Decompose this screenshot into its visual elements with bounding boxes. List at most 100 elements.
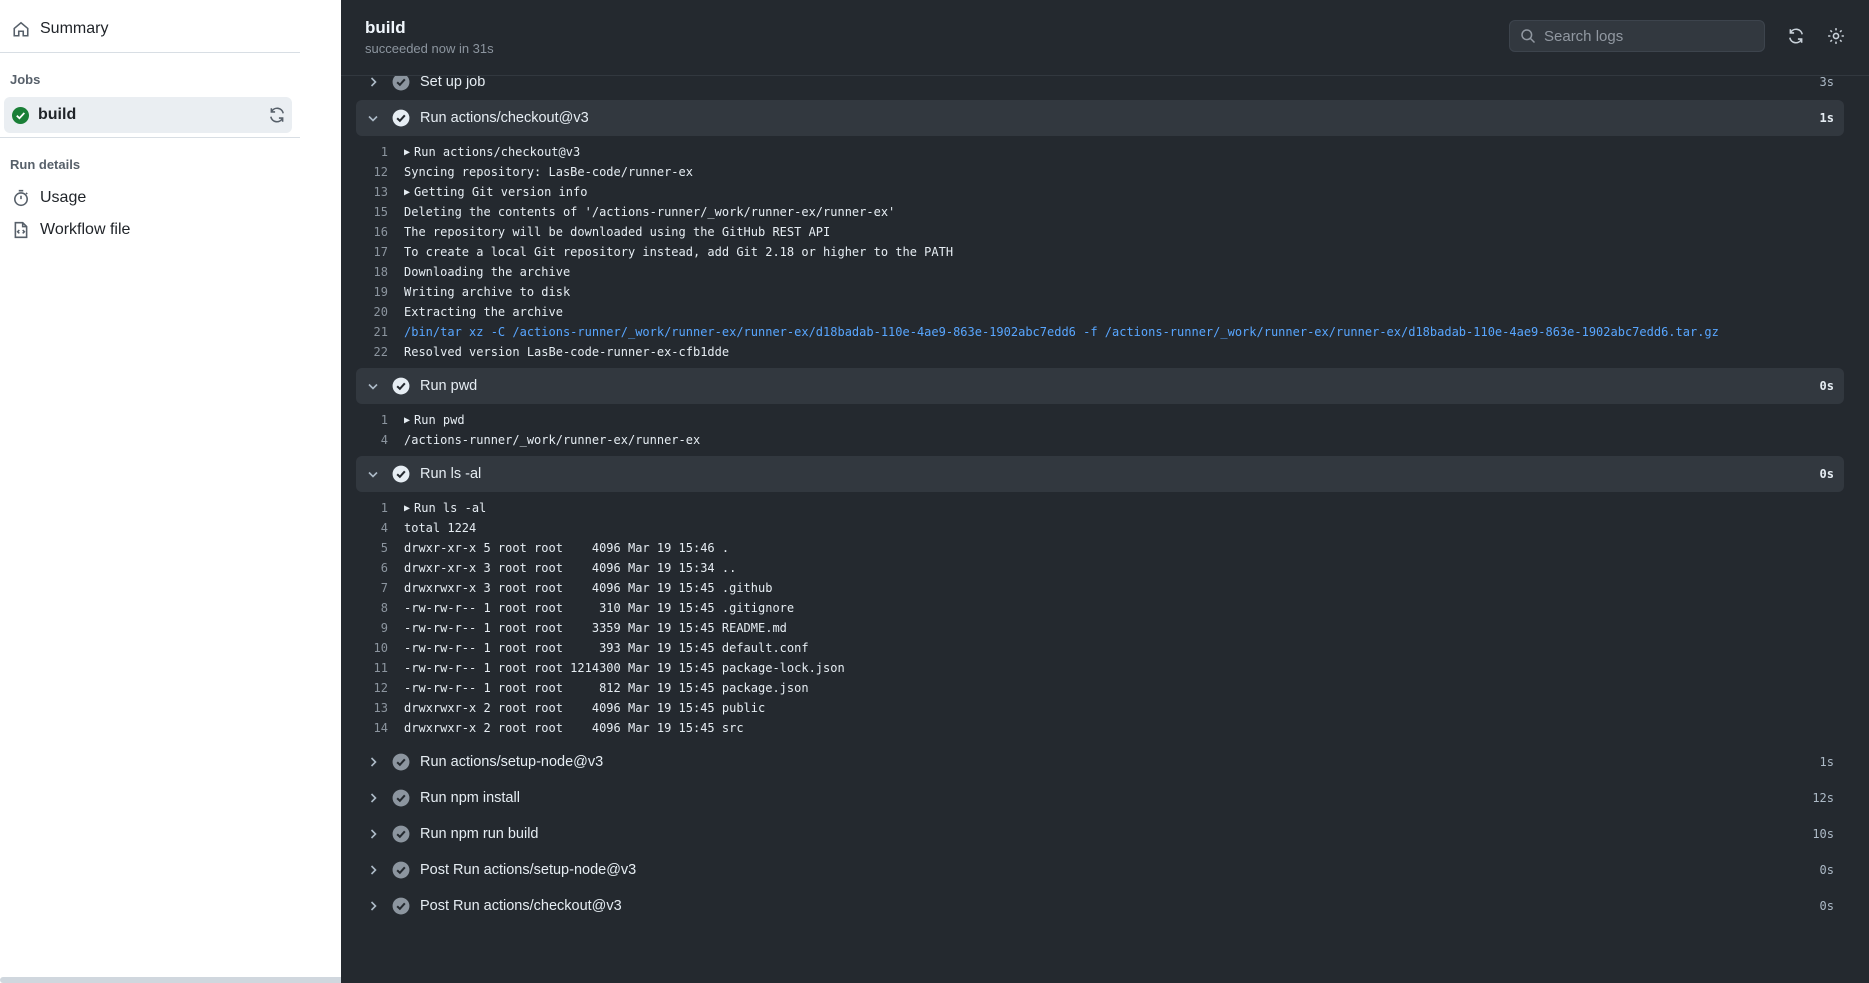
- disclosure-triangle-icon[interactable]: ▶: [404, 415, 410, 426]
- log-text: drwxr-xr-x 5 root root 4096 Mar 19 15:46…: [404, 541, 730, 555]
- log-line[interactable]: 1 ▶ Run pwd: [356, 410, 1844, 430]
- line-number[interactable]: 6: [356, 561, 404, 575]
- line-number[interactable]: 20: [356, 305, 404, 319]
- line-number[interactable]: 13: [356, 185, 404, 199]
- sidebar-item-workflow-file[interactable]: Workflow file: [12, 218, 130, 242]
- step-name: Run npm install: [420, 790, 520, 806]
- log-line: 15 Deleting the contents of '/actions-run…: [356, 202, 1844, 222]
- jobs-heading: Jobs: [10, 72, 41, 87]
- log-step: Run actions/setup-node@v3 1s: [356, 744, 1844, 780]
- log-line[interactable]: 1 ▶ Run ls -al: [356, 498, 1844, 518]
- line-number[interactable]: 17: [356, 245, 404, 259]
- job-label: build: [38, 106, 77, 123]
- check-circle-icon: [392, 825, 410, 843]
- log-text: Run ls -al: [414, 501, 487, 515]
- chevron-right-icon: [370, 793, 377, 803]
- sidebar-item-usage[interactable]: Usage: [12, 186, 86, 210]
- log-text: -rw-rw-r-- 1 root root 1214300 Mar 19 15…: [404, 661, 845, 675]
- log-line[interactable]: 1 ▶ Run actions/checkout@v3: [356, 142, 1844, 162]
- log-header: build succeeded now in 31s: [341, 0, 1869, 76]
- step-name: Run pwd: [420, 378, 478, 394]
- log-text: -rw-rw-r-- 1 root root 812 Mar 19 15:45 …: [404, 681, 809, 695]
- step-header[interactable]: Run npm run build 10s: [356, 816, 1844, 852]
- job-title: build: [365, 18, 406, 37]
- steps-list: Set up job 3s Run actions/checkout@v3 1s 1 ▶ R…: [356, 64, 1844, 924]
- line-number[interactable]: 14: [356, 721, 404, 735]
- line-number[interactable]: 10: [356, 641, 404, 655]
- line-number[interactable]: 22: [356, 345, 404, 359]
- step-header[interactable]: Run npm install 12s: [356, 780, 1844, 816]
- divider: [0, 52, 300, 53]
- log-line: 6 drwxr-xr-x 3 root root 4096 Mar 19 15:3…: [356, 558, 1844, 578]
- line-number[interactable]: 1: [356, 145, 404, 159]
- step-header[interactable]: Post Run actions/setup-node@v3 0s: [356, 852, 1844, 888]
- divider: [0, 137, 300, 138]
- line-number[interactable]: 18: [356, 265, 404, 279]
- line-number[interactable]: 12: [356, 681, 404, 695]
- log-line: 9 -rw-rw-r-- 1 root root 3359 Mar 19 15:4…: [356, 618, 1844, 638]
- check-circle-icon: [392, 109, 410, 127]
- step-name: Run actions/checkout@v3: [420, 110, 589, 126]
- line-number[interactable]: 1: [356, 501, 404, 515]
- sidebar-item-job-build[interactable]: build: [4, 97, 292, 133]
- chevron-right-icon: [370, 901, 377, 911]
- log-line[interactable]: 13 ▶ Getting Git version info: [356, 182, 1844, 202]
- log-text: Downloading the archive: [404, 265, 571, 279]
- step-header[interactable]: Run actions/checkout@v3 1s: [356, 100, 1844, 136]
- step-name: Post Run actions/checkout@v3: [420, 898, 622, 914]
- chevron-down-icon: [368, 471, 378, 478]
- step-duration: 0s: [1819, 899, 1834, 913]
- log-pane: build succeeded now in 31s Set up job 3s R…: [341, 0, 1869, 983]
- search-input[interactable]: [1544, 27, 1744, 45]
- search-box[interactable]: [1509, 20, 1765, 52]
- step-duration: 0s: [1819, 379, 1834, 393]
- disclosure-triangle-icon[interactable]: ▶: [404, 503, 410, 514]
- log-text: The repository will be downloaded using …: [404, 225, 831, 239]
- log-step: Run pwd 0s 1 ▶ Run pwd 4/actions-runner/_work…: [356, 368, 1844, 456]
- log-text: Resolved version LasBe-code-runner-ex-cf…: [404, 345, 730, 359]
- line-number[interactable]: 19: [356, 285, 404, 299]
- disclosure-triangle-icon[interactable]: ▶: [404, 187, 410, 198]
- log-step: Post Run actions/setup-node@v3 0s: [356, 852, 1844, 888]
- line-number[interactable]: 11: [356, 661, 404, 675]
- line-number[interactable]: 15: [356, 205, 404, 219]
- check-circle-icon: [392, 377, 410, 395]
- refresh-icon[interactable]: [1787, 27, 1805, 45]
- gear-icon[interactable]: [1827, 27, 1845, 45]
- line-number[interactable]: 8: [356, 601, 404, 615]
- log-text: To create a local Git repository instead…: [404, 245, 954, 259]
- line-number[interactable]: 12: [356, 165, 404, 179]
- line-number[interactable]: 21: [356, 325, 404, 339]
- job-status-subtitle: succeeded now in 31s: [365, 41, 494, 56]
- disclosure-triangle-icon[interactable]: ▶: [404, 147, 410, 158]
- stopwatch-icon: [14, 189, 28, 207]
- sidebar-item-summary[interactable]: Summary: [12, 17, 108, 41]
- line-number[interactable]: 16: [356, 225, 404, 239]
- line-number[interactable]: 5: [356, 541, 404, 555]
- check-circle-icon: [392, 861, 410, 879]
- line-number[interactable]: 7: [356, 581, 404, 595]
- line-number[interactable]: 13: [356, 701, 404, 715]
- log-line: 18 Downloading the archive: [356, 262, 1844, 282]
- line-number[interactable]: 4: [356, 521, 404, 535]
- check-circle-icon: [392, 753, 410, 771]
- line-number[interactable]: 9: [356, 621, 404, 635]
- chevron-right-icon: [370, 757, 377, 767]
- step-header[interactable]: Run pwd 0s: [356, 368, 1844, 404]
- sidebar-item-label: Usage: [40, 189, 87, 206]
- log-line: 12 Syncing repository: LasBe-code/runner-…: [356, 162, 1844, 182]
- chevron-right-icon: [370, 829, 377, 839]
- step-header[interactable]: Post Run actions/checkout@v3 0s: [356, 888, 1844, 924]
- line-number[interactable]: 1: [356, 413, 404, 427]
- log-text: drwxrwxr-x 2 root root 4096 Mar 19 15:45…: [404, 721, 744, 735]
- log-line: 5 drwxr-xr-x 5 root root 4096 Mar 19 15:4…: [356, 538, 1844, 558]
- step-header[interactable]: Run actions/setup-node@v3 1s: [356, 744, 1844, 780]
- log-text: /bin/tar xz -C /actions-runner/_work/run…: [404, 325, 1719, 339]
- log-line: 16 The repository will be downloaded usin…: [356, 222, 1844, 242]
- sync-icon[interactable]: [268, 106, 286, 124]
- chevron-right-icon: [370, 865, 377, 875]
- step-header[interactable]: Run ls -al 0s: [356, 456, 1844, 492]
- log-line: 13 drwxrwxr-x 2 root root 4096 Mar 19 15:…: [356, 698, 1844, 718]
- log-line: 10 -rw-rw-r-- 1 root root 393 Mar 19 15:4…: [356, 638, 1844, 658]
- line-number[interactable]: 4: [356, 433, 404, 447]
